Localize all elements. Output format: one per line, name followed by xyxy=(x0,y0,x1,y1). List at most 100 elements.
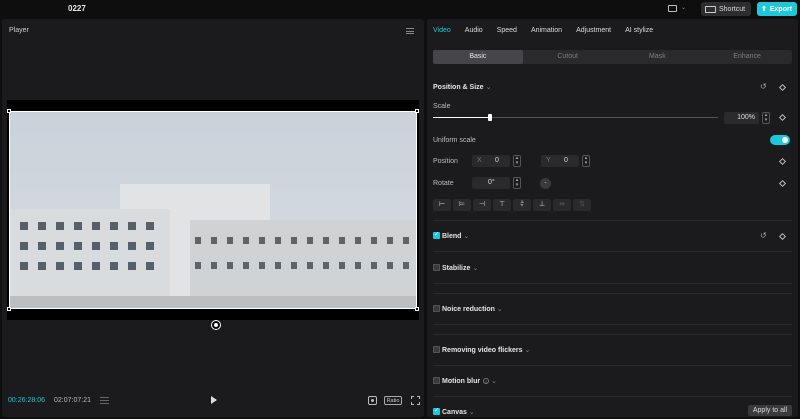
y-value: 0 xyxy=(564,157,568,164)
noise-reduction-title[interactable]: Noice reduction ⌄ xyxy=(442,305,503,313)
chevron-down-icon: ⌄ xyxy=(468,409,475,416)
current-time: 00:26:28:06 xyxy=(8,397,45,404)
position-label: Position xyxy=(433,158,458,165)
upload-icon: ⇪ xyxy=(761,6,767,13)
resize-handle[interactable] xyxy=(415,109,419,113)
tab-speed[interactable]: Speed xyxy=(497,27,517,34)
resize-handle[interactable] xyxy=(415,307,419,311)
video-flickers-checkbox[interactable] xyxy=(433,346,440,353)
keyframe-icon[interactable] xyxy=(778,113,787,122)
rotate-handle[interactable] xyxy=(212,321,220,329)
divider xyxy=(433,396,792,397)
subtab-basic[interactable]: Basic xyxy=(433,50,523,64)
subtab-cutout[interactable]: Cutout xyxy=(523,50,613,64)
keyframe-icon[interactable] xyxy=(778,179,787,188)
stabilize-checkbox[interactable] xyxy=(433,264,440,271)
inspector-tabs: Video Audio Speed Animation Adjustment A… xyxy=(433,27,667,34)
align-right-icon[interactable]: ⊣ xyxy=(473,199,491,211)
align-center-h-icon[interactable]: ⊨ xyxy=(453,199,471,211)
x-value: 0 xyxy=(495,157,499,164)
focus-icon[interactable] xyxy=(368,396,377,405)
scale-stepper[interactable]: ▴ ▾ xyxy=(762,112,770,124)
info-icon[interactable]: i xyxy=(483,378,490,385)
subtabs: Basic Cutout Mask Enhance xyxy=(433,50,792,64)
motion-blur-title[interactable]: Motion blur i ⌄ xyxy=(442,377,497,385)
resize-handle[interactable] xyxy=(7,109,11,113)
video-ground xyxy=(10,296,416,308)
chevron-down-icon: ⌄ xyxy=(681,5,687,11)
video-frame[interactable] xyxy=(9,111,417,309)
noise-reduction-checkbox[interactable] xyxy=(433,305,440,312)
chevron-down-icon: ⌄ xyxy=(491,378,497,385)
total-time: 02:07:07:21 xyxy=(54,397,91,404)
rotate-field[interactable]: 0° xyxy=(472,177,510,189)
x-stepper[interactable]: ▴ ▾ xyxy=(513,155,521,167)
motion-blur-label: Motion blur xyxy=(442,378,481,385)
reset-icon[interactable]: ↺ xyxy=(760,231,767,240)
export-label: Export xyxy=(769,5,793,13)
divider xyxy=(433,334,792,335)
tab-video[interactable]: Video xyxy=(433,27,451,34)
timeline-grid-icon[interactable] xyxy=(100,397,109,405)
keyframe-icon[interactable] xyxy=(778,232,787,241)
shortcut-label: Shortcut xyxy=(719,5,746,13)
align-center-v-icon[interactable]: ⫩ xyxy=(513,199,531,211)
canvas-checkbox[interactable] xyxy=(433,407,440,415)
play-icon[interactable] xyxy=(211,396,217,404)
tab-ai-stylize[interactable]: AI stylize xyxy=(625,27,653,34)
tab-audio[interactable]: Audio xyxy=(465,27,483,34)
chevron-down-icon: ⌄ xyxy=(472,265,479,272)
rotate-stepper[interactable]: ▴ ▾ xyxy=(513,177,521,189)
distribute-v-icon[interactable]: ⇅ xyxy=(573,199,591,211)
align-left-icon[interactable]: ⊢ xyxy=(433,199,451,211)
stabilize-title[interactable]: Stabilize ⌄ xyxy=(442,264,478,272)
chevron-down-icon: ⌄ xyxy=(524,347,531,354)
reset-icon[interactable]: ↺ xyxy=(760,82,767,91)
align-bottom-icon[interactable]: ⊥ xyxy=(533,199,551,211)
divider xyxy=(433,220,792,221)
layout-button[interactable]: ⌄ xyxy=(668,4,688,14)
position-x-field[interactable]: X 0 xyxy=(472,155,510,167)
keyboard-icon xyxy=(705,5,716,13)
video-flickers-title[interactable]: Removing video flickers ⌄ xyxy=(442,346,530,354)
keyframe-icon[interactable] xyxy=(778,83,787,92)
inspector-panel: Video Audio Speed Animation Adjustment A… xyxy=(427,19,798,417)
tab-animation[interactable]: Animation xyxy=(531,27,562,34)
divider xyxy=(433,283,792,284)
scale-value[interactable]: 100% xyxy=(724,112,759,124)
canvas-label: Canvas xyxy=(442,409,467,416)
chevron-down-icon: ⌄ xyxy=(485,84,492,91)
fullscreen-icon[interactable] xyxy=(411,396,420,405)
align-top-icon[interactable]: ⊤ xyxy=(493,199,511,211)
canvas-title[interactable]: Canvas ⌄ xyxy=(442,408,475,416)
divider xyxy=(433,251,792,252)
scale-slider-knob[interactable] xyxy=(488,114,492,121)
chevron-down-icon: ⌄ xyxy=(496,306,503,313)
subtab-enhance[interactable]: Enhance xyxy=(702,50,792,64)
rotate-value: 0° xyxy=(488,179,495,186)
blend-checkbox[interactable] xyxy=(433,231,440,239)
tab-adjustment[interactable]: Adjustment xyxy=(576,27,611,34)
position-size-title[interactable]: Position & Size ⌄ xyxy=(433,83,491,91)
scale-slider-fill xyxy=(433,117,490,118)
ratio-button[interactable]: Ratio xyxy=(384,396,402,405)
uniform-scale-toggle[interactable] xyxy=(770,135,790,145)
resize-handle[interactable] xyxy=(7,307,11,311)
distribute-h-icon[interactable]: ⇹ xyxy=(553,199,571,211)
x-label: X xyxy=(477,157,482,164)
window-row xyxy=(195,237,415,244)
motion-blur-checkbox[interactable] xyxy=(433,377,440,384)
export-button[interactable]: ⇪ Export xyxy=(757,2,797,16)
blend-title[interactable]: Blend ⌄ xyxy=(442,232,469,240)
shortcut-button[interactable]: Shortcut xyxy=(701,2,751,16)
y-stepper[interactable]: ▴ ▾ xyxy=(582,155,590,167)
keyframe-icon[interactable] xyxy=(778,157,787,166)
divider xyxy=(433,293,792,294)
apply-to-all-button[interactable]: Apply to all xyxy=(748,405,792,416)
menu-icon[interactable] xyxy=(406,28,414,34)
subtab-mask[interactable]: Mask xyxy=(613,50,703,64)
scale-slider[interactable] xyxy=(433,114,718,121)
rotate-dial[interactable]: - xyxy=(540,178,551,189)
video-preview[interactable] xyxy=(7,100,419,320)
position-y-field[interactable]: Y 0 xyxy=(541,155,579,167)
